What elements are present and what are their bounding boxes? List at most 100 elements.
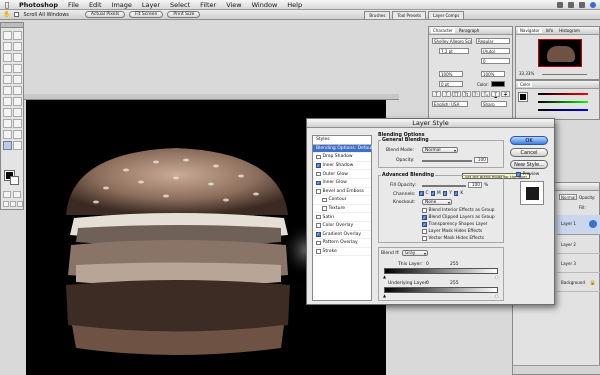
style-item-checkbox[interactable] <box>316 240 321 246</box>
menu-app[interactable]: Photoshop <box>14 1 63 9</box>
layers-blend-select[interactable]: Normal <box>559 194 577 200</box>
tab-tool-presets[interactable]: Tool Presets <box>392 10 427 19</box>
preview-checkbox[interactable]: ✓ <box>516 172 521 177</box>
eyedropper-tool-icon[interactable] <box>13 130 22 139</box>
fill-opacity-slider[interactable] <box>422 185 466 187</box>
style-item[interactable]: Drop Shadow <box>313 153 371 162</box>
style-item[interactable]: ✓ Inner Shadow <box>313 162 371 171</box>
font-family-select[interactable]: Shelley Allegro Scr... <box>432 38 472 44</box>
menu-window[interactable]: Window <box>247 1 283 9</box>
advanced-option-checkbox[interactable]: ✓ <box>422 215 427 220</box>
standard-mode-icon[interactable] <box>3 191 11 198</box>
menu-edit[interactable]: Edit <box>84 1 107 9</box>
tracking-field[interactable]: 0 <box>481 58 510 64</box>
magic-wand-tool-icon[interactable] <box>13 42 22 51</box>
style-item[interactable]: ✓ Gradient Overlay <box>313 231 371 240</box>
language-select[interactable]: English: USA <box>432 101 468 107</box>
tab-brushes[interactable]: Brushes <box>364 10 391 19</box>
hand-tool-icon-box[interactable] <box>3 141 12 150</box>
screen-mode-1-icon[interactable] <box>3 201 9 207</box>
screen-mode-3-icon[interactable] <box>17 201 23 207</box>
crop-tool-icon[interactable] <box>3 53 12 62</box>
navigator-thumbnail[interactable] <box>538 39 582 67</box>
shape-tool-icon[interactable] <box>13 119 22 128</box>
fill-opacity-field[interactable]: 100 <box>468 182 482 188</box>
channel-y-checkbox[interactable]: ✓ <box>442 191 448 196</box>
navigator-zoom-slider[interactable] <box>542 74 587 75</box>
ok-button[interactable]: OK <box>510 136 548 145</box>
blend-mode-select[interactable]: Normal <box>422 147 458 153</box>
tab-color[interactable]: Color <box>518 82 533 87</box>
subscript-button[interactable]: T₁ <box>481 91 491 97</box>
underline-button[interactable]: T <box>491 91 501 97</box>
tab-paragraph[interactable]: Paragraph <box>457 28 482 33</box>
font-style-select[interactable]: Regular <box>476 38 510 44</box>
blur-tool-icon[interactable] <box>3 97 12 106</box>
gradient-tool-icon[interactable] <box>13 86 22 95</box>
layer-row[interactable]: Layer 3 <box>557 255 600 273</box>
move-tool-icon[interactable] <box>13 31 22 40</box>
style-item-checkbox[interactable] <box>316 171 321 177</box>
history-brush-tool-icon[interactable] <box>13 75 22 84</box>
screen-mode-2-icon[interactable] <box>10 201 16 207</box>
channel-m-checkbox[interactable]: ✓ <box>430 191 436 196</box>
menu-select[interactable]: Select <box>165 1 195 9</box>
tab-histogram[interactable]: Histogram <box>557 28 582 33</box>
style-item-checkbox[interactable] <box>316 189 321 194</box>
path-select-tool-icon[interactable] <box>3 108 12 117</box>
volume-icon[interactable] <box>568 1 574 8</box>
opacity-field[interactable]: 100 <box>474 157 488 163</box>
vertical-scale-field[interactable]: 100% <box>439 71 463 77</box>
style-item[interactable]: Contour <box>313 196 371 205</box>
menu-help[interactable]: Help <box>282 1 307 9</box>
menu-image[interactable]: Image <box>107 1 137 9</box>
quickmask-mode-icon[interactable] <box>13 191 21 198</box>
style-item[interactable]: Outer Glow <box>313 170 371 179</box>
scroll-all-checkbox[interactable] <box>14 12 20 17</box>
strikethrough-button[interactable]: T <box>501 91 510 97</box>
style-item-checkbox[interactable] <box>322 197 327 203</box>
layer-style-icon[interactable] <box>589 220 597 228</box>
new-style-button[interactable]: New Style... <box>510 160 548 169</box>
menu-layer[interactable]: Layer <box>137 1 165 9</box>
all-caps-button[interactable]: TT <box>451 91 461 97</box>
horizontal-scale-field[interactable]: 100% <box>481 71 505 77</box>
brush-tool-icon[interactable] <box>13 64 22 73</box>
menu-view[interactable]: View <box>221 1 246 9</box>
blend-if-select[interactable]: Gray <box>402 250 428 256</box>
style-item-checkbox[interactable] <box>316 223 321 228</box>
blue-slider[interactable] <box>538 109 588 111</box>
channel-c-checkbox[interactable]: ✓ <box>419 191 424 196</box>
style-item[interactable]: Blending Options: Default <box>313 144 374 154</box>
this-layer-white-handle-icon[interactable]: ▲ <box>495 274 498 279</box>
antialias-select[interactable]: Sharp <box>481 101 507 107</box>
lasso-tool-icon[interactable] <box>3 42 12 51</box>
notes-tool-icon[interactable] <box>3 130 12 139</box>
zoom-tool-icon[interactable] <box>13 141 22 150</box>
red-slider[interactable] <box>538 93 588 95</box>
advanced-option-checkbox[interactable] <box>422 236 427 241</box>
tab-info[interactable]: Info <box>544 28 556 33</box>
faux-bold-button[interactable]: T <box>432 91 441 97</box>
eraser-tool-icon[interactable] <box>3 86 12 95</box>
layer-row[interactable]: Layer 1 <box>557 215 600 235</box>
pen-tool-icon[interactable] <box>3 119 12 128</box>
menu-file[interactable]: File <box>63 1 84 9</box>
navigator-zoom-value[interactable]: 33.33% <box>519 71 534 76</box>
tab-navigator[interactable]: Navigator <box>518 28 542 33</box>
faux-italic-button[interactable]: T <box>441 91 451 97</box>
style-item[interactable]: Satin <box>313 213 371 222</box>
spotlight-icon[interactable] <box>590 1 596 8</box>
baseline-field[interactable]: 0 pt <box>439 81 463 87</box>
advanced-option-checkbox[interactable]: ✓ <box>422 222 427 227</box>
green-slider[interactable] <box>538 101 588 103</box>
healing-tool-icon[interactable] <box>3 64 12 73</box>
opacity-slider[interactable] <box>422 160 472 162</box>
style-item[interactable]: Texture <box>313 205 371 214</box>
menu-filter[interactable]: Filter <box>195 1 221 9</box>
underlying-layer-gradient[interactable] <box>384 287 498 293</box>
style-item-checkbox[interactable] <box>322 206 327 211</box>
actual-pixels-button[interactable]: Actual Pixels <box>84 11 126 18</box>
style-item[interactable]: Stroke <box>313 248 371 257</box>
channel-k-checkbox[interactable]: ✓ <box>453 191 459 196</box>
